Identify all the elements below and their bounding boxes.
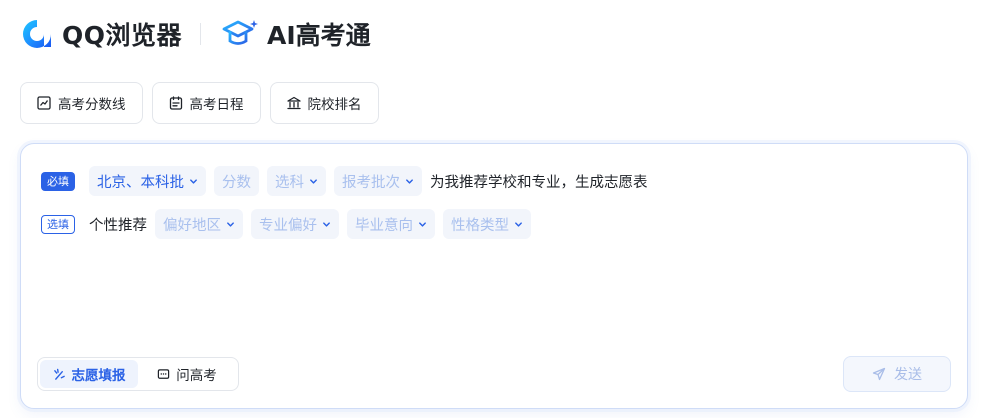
required-row: 必填 北京、本科批 分数 选科 报考批次 为我推荐学校和专业，生成志愿表 <box>41 166 648 196</box>
volunteer-fill-mode-label: 志愿填报 <box>71 368 126 384</box>
header: QQ浏览器 AI高考通 <box>20 14 371 54</box>
chat-bubble-icon <box>158 368 170 379</box>
region-batch-value: 北京、本科批 <box>97 174 184 191</box>
chevron-down-icon <box>419 221 426 227</box>
calendar-icon <box>169 96 182 110</box>
score-placeholder: 分数 <box>222 174 251 191</box>
volunteer-form-card: 必填 北京、本科批 分数 选科 报考批次 为我推荐学校和专业，生成志愿表 选填 … <box>20 143 968 409</box>
personality-type-dropdown[interactable]: 性格类型 <box>443 209 531 239</box>
institution-icon <box>286 96 301 110</box>
mode-toggle: 志愿填报 问高考 <box>37 357 239 391</box>
major-preference-dropdown[interactable]: 专业偏好 <box>251 209 339 239</box>
chevron-down-icon <box>406 178 413 184</box>
line-chart-icon <box>37 96 51 110</box>
exam-schedule-button[interactable]: 高考日程 <box>151 82 261 124</box>
page: QQ浏览器 AI高考通 高考分数线 高考日程 院校排名 必填 北京、本科批 分数… <box>0 0 1000 418</box>
brand-name: QQ浏览器 <box>62 21 183 50</box>
region-preference-dropdown[interactable]: 偏好地区 <box>155 209 243 239</box>
send-icon <box>872 367 886 381</box>
exam-schedule-label: 高考日程 <box>189 97 244 113</box>
region-preference-placeholder: 偏好地区 <box>163 217 221 234</box>
quick-links: 高考分数线 高考日程 院校排名 <box>20 82 379 124</box>
chevron-down-icon <box>323 221 330 227</box>
send-label: 发送 <box>894 367 922 383</box>
ask-gaokao-mode-button[interactable]: 问高考 <box>138 360 236 388</box>
subject-placeholder: 选科 <box>275 174 304 191</box>
career-intent-dropdown[interactable]: 毕业意向 <box>347 209 435 239</box>
college-ranking-button[interactable]: 院校排名 <box>269 82 379 124</box>
major-preference-placeholder: 专业偏好 <box>259 217 317 234</box>
optional-tag: 选填 <box>41 214 75 234</box>
sparkle-icon <box>53 368 65 380</box>
optional-row-prefix: 个性推荐 <box>89 217 147 234</box>
subject-dropdown[interactable]: 选科 <box>267 166 326 196</box>
region-batch-dropdown[interactable]: 北京、本科批 <box>89 166 206 196</box>
college-ranking-label: 院校排名 <box>307 97 362 113</box>
required-row-suffix: 为我推荐学校和专业，生成志愿表 <box>430 174 648 191</box>
chevron-down-icon <box>310 178 317 184</box>
personality-type-placeholder: 性格类型 <box>451 217 509 234</box>
score-line-button[interactable]: 高考分数线 <box>20 82 143 124</box>
batch-placeholder: 报考批次 <box>342 174 400 191</box>
qq-browser-logo-icon <box>20 17 54 51</box>
volunteer-fill-mode-button[interactable]: 志愿填报 <box>40 360 138 388</box>
product-name: AI高考通 <box>267 21 371 50</box>
header-divider <box>200 23 202 45</box>
score-line-label: 高考分数线 <box>58 97 126 113</box>
send-button[interactable]: 发送 <box>843 356 951 392</box>
chevron-down-icon <box>227 221 234 227</box>
ask-gaokao-mode-label: 问高考 <box>176 368 217 384</box>
optional-row: 选填 个性推荐 偏好地区 专业偏好 毕业意向 性格类型 <box>41 209 531 239</box>
graduation-cap-icon <box>221 17 259 51</box>
batch-dropdown[interactable]: 报考批次 <box>334 166 422 196</box>
career-intent-placeholder: 毕业意向 <box>355 217 413 234</box>
required-tag: 必填 <box>41 171 75 191</box>
score-input[interactable]: 分数 <box>214 166 259 196</box>
chevron-down-icon <box>515 221 522 227</box>
chevron-down-icon <box>190 178 197 184</box>
